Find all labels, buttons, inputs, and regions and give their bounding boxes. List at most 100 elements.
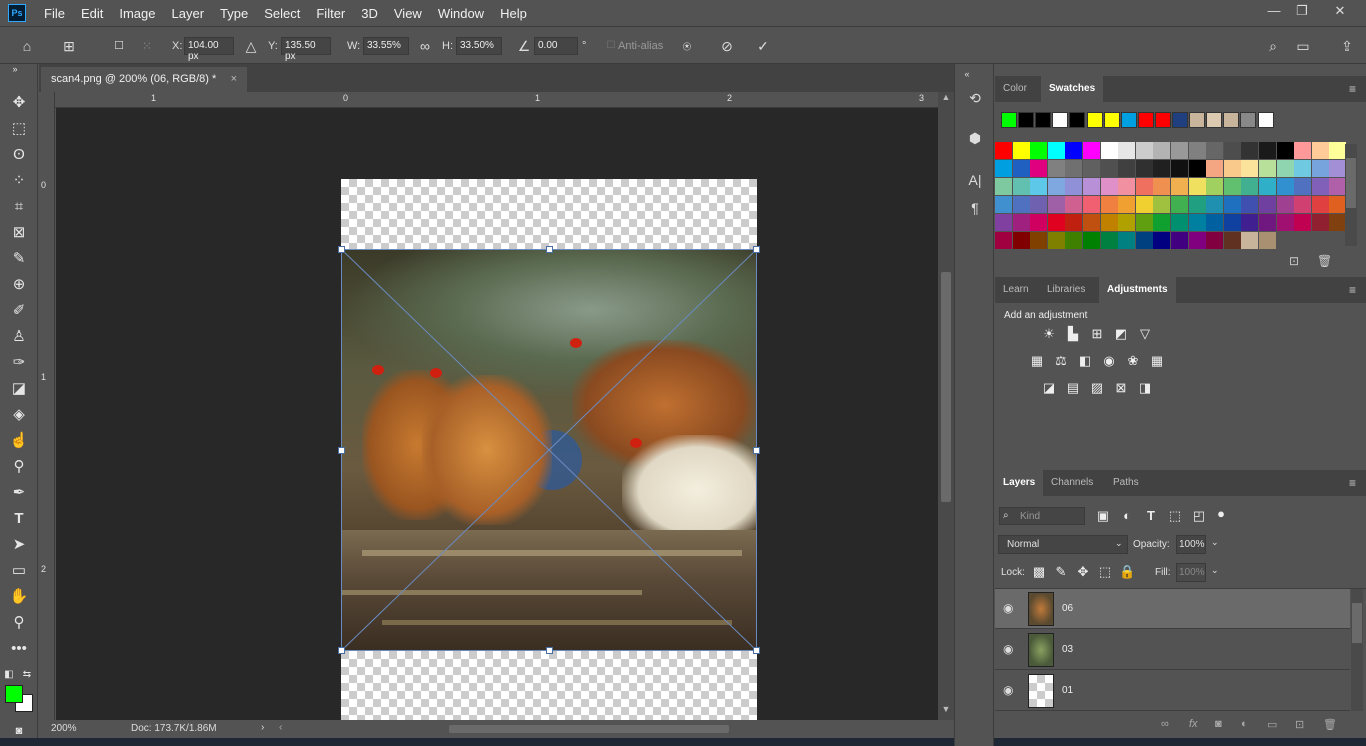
swatch-scroll-thumb[interactable] bbox=[1346, 158, 1356, 208]
swatch[interactable] bbox=[1047, 214, 1065, 231]
swatch[interactable] bbox=[1294, 160, 1312, 177]
quick-select-tool-icon[interactable]: ⁘ bbox=[8, 170, 30, 192]
paragraph-panel-icon[interactable]: ¶ bbox=[965, 198, 985, 218]
layer-filter-select[interactable]: ⌕ Kind bbox=[999, 507, 1085, 525]
new-swatch-icon[interactable]: ⊡ bbox=[1289, 254, 1299, 268]
hue-saturation-icon[interactable]: ▦ bbox=[1029, 353, 1045, 369]
menu-layer[interactable]: Layer bbox=[172, 6, 205, 21]
filter-smart-object-icon[interactable]: ◰ bbox=[1191, 508, 1207, 524]
more-tools-icon[interactable]: ••• bbox=[8, 638, 30, 660]
swatch[interactable] bbox=[1188, 160, 1206, 177]
swatch[interactable] bbox=[1223, 142, 1241, 159]
history-panel-icon[interactable]: ⟲ bbox=[965, 88, 985, 108]
swatch[interactable] bbox=[1100, 196, 1118, 213]
recent-swatch[interactable] bbox=[1001, 112, 1017, 128]
menu-type[interactable]: Type bbox=[220, 6, 248, 21]
swatch[interactable] bbox=[1100, 142, 1118, 159]
close-tab-icon[interactable]: × bbox=[231, 73, 237, 85]
3d-panel-icon[interactable]: ⬢ bbox=[965, 128, 985, 148]
close-button[interactable]: ✕ bbox=[1330, 3, 1350, 21]
swatch[interactable] bbox=[1083, 142, 1100, 159]
cancel-transform-icon[interactable]: ⊘ bbox=[718, 37, 736, 55]
hscroll-left-icon[interactable]: ‹ bbox=[279, 722, 282, 733]
angle-input[interactable]: 0.00 bbox=[534, 37, 578, 55]
lock-transparent-icon[interactable]: ▩ bbox=[1031, 564, 1047, 580]
dodge-tool-icon[interactable]: ⚲ bbox=[8, 456, 30, 478]
threshold-icon[interactable]: ▨ bbox=[1089, 380, 1105, 396]
swatch[interactable] bbox=[1118, 196, 1136, 213]
smudge-tool-icon[interactable]: ☝ bbox=[8, 430, 30, 452]
zoom-level[interactable]: 200% bbox=[51, 723, 77, 734]
swatch[interactable] bbox=[1171, 142, 1188, 159]
swatch[interactable] bbox=[1276, 178, 1294, 195]
swatch[interactable] bbox=[1012, 196, 1030, 213]
hscroll-thumb[interactable] bbox=[449, 725, 729, 733]
swatch[interactable] bbox=[1100, 232, 1118, 249]
swatch[interactable] bbox=[1118, 142, 1136, 159]
swatch[interactable] bbox=[1241, 160, 1259, 177]
swatch[interactable] bbox=[1083, 178, 1100, 195]
swatch[interactable] bbox=[1030, 214, 1048, 231]
layer-name[interactable]: 06 bbox=[1062, 603, 1073, 614]
swatch[interactable] bbox=[1241, 178, 1259, 195]
swatch[interactable] bbox=[1259, 214, 1276, 231]
swatch[interactable] bbox=[1276, 160, 1294, 177]
reference-point-icon[interactable]: ⊞ bbox=[60, 37, 78, 55]
recent-swatch[interactable] bbox=[1206, 112, 1223, 128]
transform-handle-tl[interactable] bbox=[338, 246, 345, 253]
history-brush-tool-icon[interactable]: ✑ bbox=[8, 352, 30, 374]
transform-handle-b[interactable] bbox=[546, 647, 553, 654]
pen-tool-icon[interactable]: ✒ bbox=[8, 482, 30, 504]
swatch[interactable] bbox=[1311, 142, 1329, 159]
document-tab[interactable]: scan4.png @ 200% (06, RGB/8) * × bbox=[41, 67, 247, 92]
share-icon[interactable]: ⇪ bbox=[1338, 37, 1356, 55]
swatch[interactable] bbox=[1206, 232, 1224, 249]
levels-icon[interactable]: ▙ bbox=[1065, 326, 1081, 342]
swatch[interactable] bbox=[1083, 214, 1100, 231]
tab-swatches[interactable]: Swatches bbox=[1041, 76, 1104, 102]
reference-grid-icon[interactable]: ⁙ bbox=[138, 37, 156, 55]
menu-view[interactable]: View bbox=[394, 6, 422, 21]
swatch[interactable] bbox=[1118, 232, 1136, 249]
recent-swatch[interactable] bbox=[1069, 112, 1086, 128]
recent-swatch[interactable] bbox=[1240, 112, 1257, 128]
transform-handle-bl[interactable] bbox=[338, 647, 345, 654]
swatch[interactable] bbox=[1311, 196, 1329, 213]
swatch[interactable] bbox=[1206, 196, 1224, 213]
swatch[interactable] bbox=[1012, 232, 1030, 249]
layer-row[interactable]: ◉ 03 bbox=[995, 630, 1350, 670]
eye-icon[interactable]: ◉ bbox=[1003, 642, 1017, 656]
recent-swatch[interactable] bbox=[1172, 112, 1188, 128]
swatch[interactable] bbox=[1311, 160, 1329, 177]
opacity-chevron-icon[interactable]: ⌄ bbox=[1211, 537, 1219, 548]
height-input[interactable]: 33.50% bbox=[456, 37, 502, 55]
path-selection-tool-icon[interactable]: ➤ bbox=[8, 534, 30, 556]
brush-tool-icon[interactable]: ✐ bbox=[8, 300, 30, 322]
swatch[interactable] bbox=[1118, 178, 1136, 195]
recent-swatch[interactable] bbox=[1137, 112, 1154, 128]
swatch[interactable] bbox=[1171, 178, 1188, 195]
recent-swatch[interactable] bbox=[1120, 112, 1137, 128]
swatch[interactable] bbox=[1012, 178, 1030, 195]
brightness-contrast-icon[interactable]: ☀ bbox=[1041, 326, 1057, 342]
y-input[interactable]: 135.50 px bbox=[281, 37, 331, 62]
menu-3d[interactable]: 3D bbox=[361, 6, 378, 21]
zoom-tool-icon[interactable]: ⚲ bbox=[8, 612, 30, 634]
tab-color[interactable]: Color bbox=[995, 76, 1035, 102]
swatch[interactable] bbox=[1241, 142, 1259, 159]
swatch[interactable] bbox=[1100, 160, 1118, 177]
swatch[interactable] bbox=[1223, 178, 1241, 195]
menu-image[interactable]: Image bbox=[119, 6, 155, 21]
menu-edit[interactable]: Edit bbox=[81, 6, 103, 21]
move-tool-icon[interactable]: ✥ bbox=[8, 92, 30, 114]
swatch[interactable] bbox=[1171, 232, 1188, 249]
scroll-thumb[interactable] bbox=[941, 272, 951, 502]
swatch[interactable] bbox=[1012, 160, 1030, 177]
transform-handle-t[interactable] bbox=[546, 246, 553, 253]
filter-shape-icon[interactable]: ⬚ bbox=[1167, 508, 1183, 524]
swatch[interactable] bbox=[1206, 214, 1224, 231]
swatch[interactable] bbox=[1276, 196, 1294, 213]
swatch[interactable] bbox=[1065, 232, 1083, 249]
reference-checkbox[interactable]: ☐ bbox=[110, 37, 128, 55]
opacity-input[interactable]: 100% bbox=[1176, 535, 1206, 554]
